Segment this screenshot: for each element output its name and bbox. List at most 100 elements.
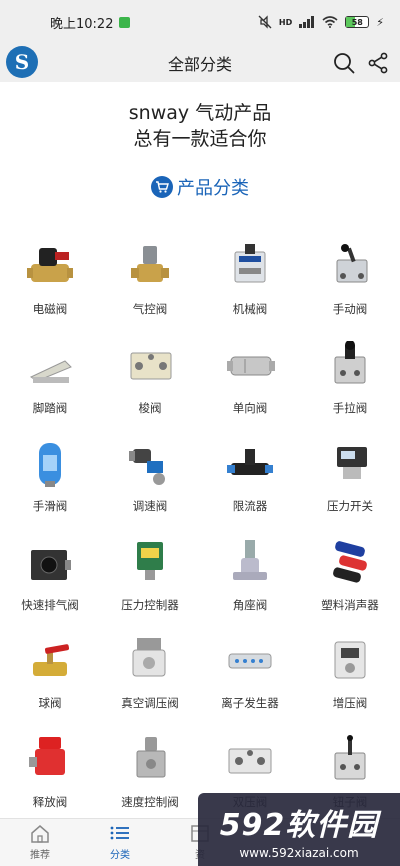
- pull-valve-icon: [322, 339, 378, 391]
- wifi-icon: [322, 16, 338, 28]
- signal-icon: [299, 16, 315, 28]
- battery-level: 58: [351, 17, 363, 27]
- category-item-pressure-switch[interactable]: 压力开关: [300, 437, 400, 536]
- vacuum-regulator-icon: [122, 634, 178, 686]
- nav-label: 推荐: [30, 850, 50, 861]
- solenoid-valve-icon: [22, 240, 78, 292]
- category-item-pull-valve[interactable]: 手拉阀: [300, 339, 400, 438]
- charging-icon: ⚡: [376, 15, 384, 29]
- status-bar: 晚上10:22 HD 58 ⚡: [0, 0, 400, 44]
- page-title: 全部分类: [167, 55, 232, 74]
- category-label: 机械阀: [232, 302, 268, 316]
- slide-valve-icon: [22, 437, 78, 489]
- nav-item-list[interactable]: 分类: [80, 819, 160, 866]
- category-label: 速度控制阀: [121, 794, 179, 809]
- category-grid: 电磁阀 气控阀 机械阀 手动阀脚踏阀 梭阀 单向阀 手拉阀手滑阀 调速阀 限流器 压力开关快速排气…: [0, 240, 400, 831]
- category-item-manual-valve[interactable]: 手动阀: [300, 240, 400, 339]
- category-label: 调速阀: [132, 499, 168, 513]
- category-label: 气控阀: [132, 302, 168, 316]
- category-item-pressure-controller[interactable]: 压力控制器: [100, 536, 200, 635]
- toggle-valve-icon: [322, 733, 378, 785]
- angle-valve-icon: [222, 536, 278, 588]
- category-item-ball-valve[interactable]: 球阀: [0, 634, 100, 733]
- pressure-switch-icon: [322, 437, 378, 489]
- share-icon[interactable]: [366, 51, 390, 75]
- category-label: 电磁阀: [32, 302, 68, 316]
- category-item-release-valve[interactable]: 释放阀: [0, 733, 100, 832]
- category-item-booster-valve[interactable]: 增压阀: [300, 634, 400, 733]
- category-label: 塑料消声器: [321, 597, 379, 612]
- ball-valve-icon: [22, 634, 78, 686]
- category-item-exhaust-valve[interactable]: 快速排气阀: [0, 536, 100, 635]
- category-label: 限流器: [232, 499, 268, 513]
- status-time: 晚上10:22: [50, 16, 114, 32]
- section-header: 产品分类: [0, 174, 400, 200]
- hero-banner: snway 气动产品 总有一款适合你: [0, 100, 400, 152]
- category-label: 脚踏阀: [32, 400, 68, 415]
- speed-control-valve-icon: [122, 733, 178, 785]
- category-item-speed-control-valve[interactable]: 速度控制阀: [100, 733, 200, 832]
- search-icon[interactable]: [332, 51, 356, 75]
- foot-valve-icon: [22, 339, 78, 391]
- cart-icon: [151, 176, 173, 198]
- battery-icon: 58: [345, 16, 370, 28]
- nav-label: 分类: [110, 850, 130, 861]
- category-item-solenoid-valve[interactable]: 电磁阀: [0, 240, 100, 339]
- watermark-text: 592软件园: [219, 807, 379, 843]
- category-item-check-valve[interactable]: 单向阀: [200, 339, 300, 438]
- category-item-vacuum-regulator[interactable]: 真空调压阀: [100, 634, 200, 733]
- network-type: HD: [278, 17, 293, 27]
- exhaust-valve-icon: [22, 536, 78, 588]
- flow-limiter-icon: [222, 437, 278, 489]
- category-label: 离子发生器: [221, 696, 279, 710]
- pressure-controller-icon: [122, 536, 178, 588]
- pneumatic-valve-icon: [122, 240, 178, 292]
- category-label: 球阀: [38, 696, 62, 710]
- logo-letter: S: [14, 50, 30, 74]
- silencer-icon: [322, 536, 378, 588]
- shuttle-valve-icon: [122, 339, 178, 391]
- section-title: 产品分类: [177, 178, 249, 199]
- check-valve-icon: [222, 339, 278, 391]
- hero-subheadline: 总有一款适合你: [133, 128, 267, 150]
- category-label: 手拉阀: [332, 400, 368, 415]
- release-valve-icon: [22, 733, 78, 785]
- category-label: 压力开关: [327, 499, 373, 513]
- manual-valve-icon: [322, 240, 378, 292]
- category-item-foot-valve[interactable]: 脚踏阀: [0, 339, 100, 438]
- category-item-mechanical-valve[interactable]: 机械阀: [200, 240, 300, 339]
- list-icon: [110, 826, 129, 840]
- category-item-speed-valve[interactable]: 调速阀: [100, 437, 200, 536]
- category-item-pneumatic-valve[interactable]: 气控阀: [100, 240, 200, 339]
- category-item-angle-valve[interactable]: 角座阀: [200, 536, 300, 635]
- category-label: 角座阀: [232, 597, 268, 612]
- category-label: 单向阀: [232, 400, 268, 415]
- category-item-flow-limiter[interactable]: 限流器: [200, 437, 300, 536]
- category-item-ionizer[interactable]: 离子发生器: [200, 634, 300, 733]
- booster-valve-icon: [322, 634, 378, 686]
- category-label: 增压阀: [332, 696, 368, 710]
- category-label: 梭阀: [138, 400, 162, 415]
- hero-headline: snway 气动产品: [128, 102, 272, 124]
- mechanical-valve-icon: [222, 240, 278, 292]
- watermark: 592软件园 www.592xiazai.com: [198, 793, 400, 866]
- mute-icon: [258, 15, 272, 29]
- status-indicators: HD 58 ⚡: [258, 15, 384, 29]
- nav-item-home[interactable]: 推荐: [0, 819, 80, 866]
- category-label: 压力控制器: [121, 597, 179, 612]
- category-label: 手滑阀: [32, 499, 68, 513]
- home-icon: [31, 825, 49, 843]
- speed-valve-icon: [122, 437, 178, 489]
- dual-pressure-valve-icon: [222, 733, 278, 785]
- category-label: 手动阀: [332, 302, 368, 316]
- category-label: 快速排气阀: [21, 597, 79, 612]
- app-header: S 全部分类: [0, 44, 400, 82]
- category-label: 释放阀: [32, 794, 68, 809]
- ionizer-icon: [222, 634, 278, 686]
- app-notification-icon: [119, 16, 131, 28]
- category-item-slide-valve[interactable]: 手滑阀: [0, 437, 100, 536]
- category-item-shuttle-valve[interactable]: 梭阀: [100, 339, 200, 438]
- watermark-url: www.592xiazai.com: [239, 845, 359, 860]
- category-item-silencer[interactable]: 塑料消声器: [300, 536, 400, 635]
- app-logo[interactable]: S: [6, 46, 38, 78]
